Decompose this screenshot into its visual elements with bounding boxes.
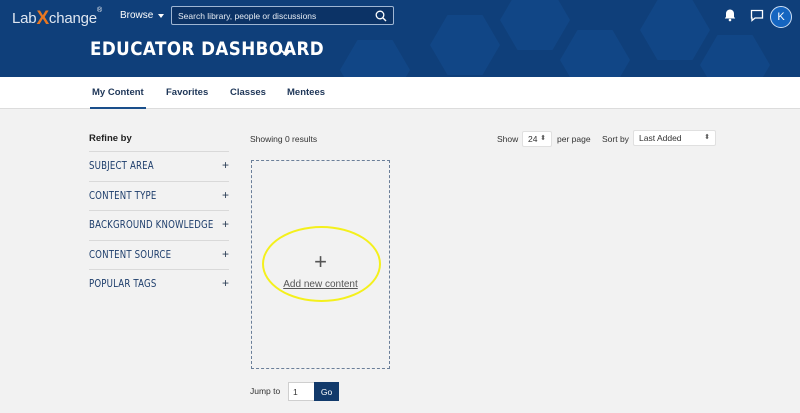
filter-content-type[interactable]: CONTENT TYPE +	[89, 181, 229, 210]
select-arrows-icon: ⬍	[540, 135, 546, 142]
jump-to-label: Jump to	[250, 386, 281, 396]
top-header: LabXchange® Browse K EDUCATOR DASHBOARD	[0, 0, 800, 77]
search-box	[171, 6, 394, 25]
tab-mentees[interactable]: Mentees	[287, 87, 325, 98]
tab-favorites[interactable]: Favorites	[166, 87, 208, 98]
caret-down-icon	[158, 13, 165, 18]
bell-icon[interactable]	[723, 8, 737, 27]
filter-label: BACKGROUND KNOWLEDGE	[89, 219, 214, 231]
tab-my-content[interactable]: My Content	[90, 87, 146, 109]
avatar[interactable]: K	[770, 6, 792, 28]
decorative-hex	[700, 35, 770, 77]
browse-menu[interactable]: Browse	[120, 10, 165, 21]
decorative-hex	[560, 30, 630, 77]
logo-trademark: ®	[96, 7, 102, 14]
logo-x-mark: X	[36, 8, 49, 29]
select-arrows-icon: ⬍	[704, 134, 710, 141]
filter-background-knowledge[interactable]: BACKGROUND KNOWLEDGE +	[89, 210, 229, 239]
filter-content-source[interactable]: CONTENT SOURCE +	[89, 240, 229, 269]
show-label: Show	[497, 134, 519, 144]
per-page-select[interactable]: 24 ⬍	[522, 131, 552, 147]
decorative-hex	[430, 15, 500, 75]
tab-bar: My Content Favorites Classes Mentees	[0, 77, 800, 109]
plus-icon[interactable]: +	[222, 247, 229, 261]
decorative-hex	[500, 0, 570, 50]
labxchange-logo[interactable]: LabXchange®	[12, 7, 102, 29]
search-input[interactable]	[178, 9, 368, 22]
logo-change-text: change	[48, 10, 97, 27]
filter-popular-tags[interactable]: POPULAR TAGS +	[89, 269, 229, 298]
plus-icon[interactable]: +	[222, 158, 229, 172]
per-page-label: per page	[557, 134, 591, 144]
sort-select[interactable]: Last Added ⬍	[633, 130, 716, 146]
tab-classes[interactable]: Classes	[230, 87, 266, 98]
decorative-hex	[640, 0, 710, 60]
filter-label: SUBJECT AREA	[89, 160, 154, 172]
page-number-input[interactable]	[288, 382, 315, 401]
sort-value: Last Added	[639, 133, 682, 143]
chevron-down-icon[interactable]	[280, 44, 292, 62]
per-page-value: 24	[528, 134, 538, 144]
decorative-hex	[340, 40, 410, 77]
messages-icon[interactable]	[750, 9, 764, 27]
plus-icon[interactable]: +	[222, 217, 229, 231]
logo-lab-text: Lab	[12, 10, 37, 27]
sort-label: Sort by	[602, 134, 629, 144]
filter-label: POPULAR TAGS	[89, 278, 157, 290]
results-count: Showing 0 results	[250, 134, 318, 144]
filter-subject-area[interactable]: SUBJECT AREA +	[89, 151, 229, 180]
highlight-circle	[262, 226, 381, 302]
filter-label: CONTENT SOURCE	[89, 249, 172, 261]
refine-heading: Refine by	[89, 133, 132, 144]
search-icon[interactable]	[375, 9, 387, 27]
plus-icon[interactable]: +	[222, 188, 229, 202]
filter-label: CONTENT TYPE	[89, 190, 157, 202]
go-button[interactable]: Go	[314, 382, 339, 401]
plus-icon[interactable]: +	[222, 276, 229, 290]
browse-label: Browse	[120, 10, 154, 21]
